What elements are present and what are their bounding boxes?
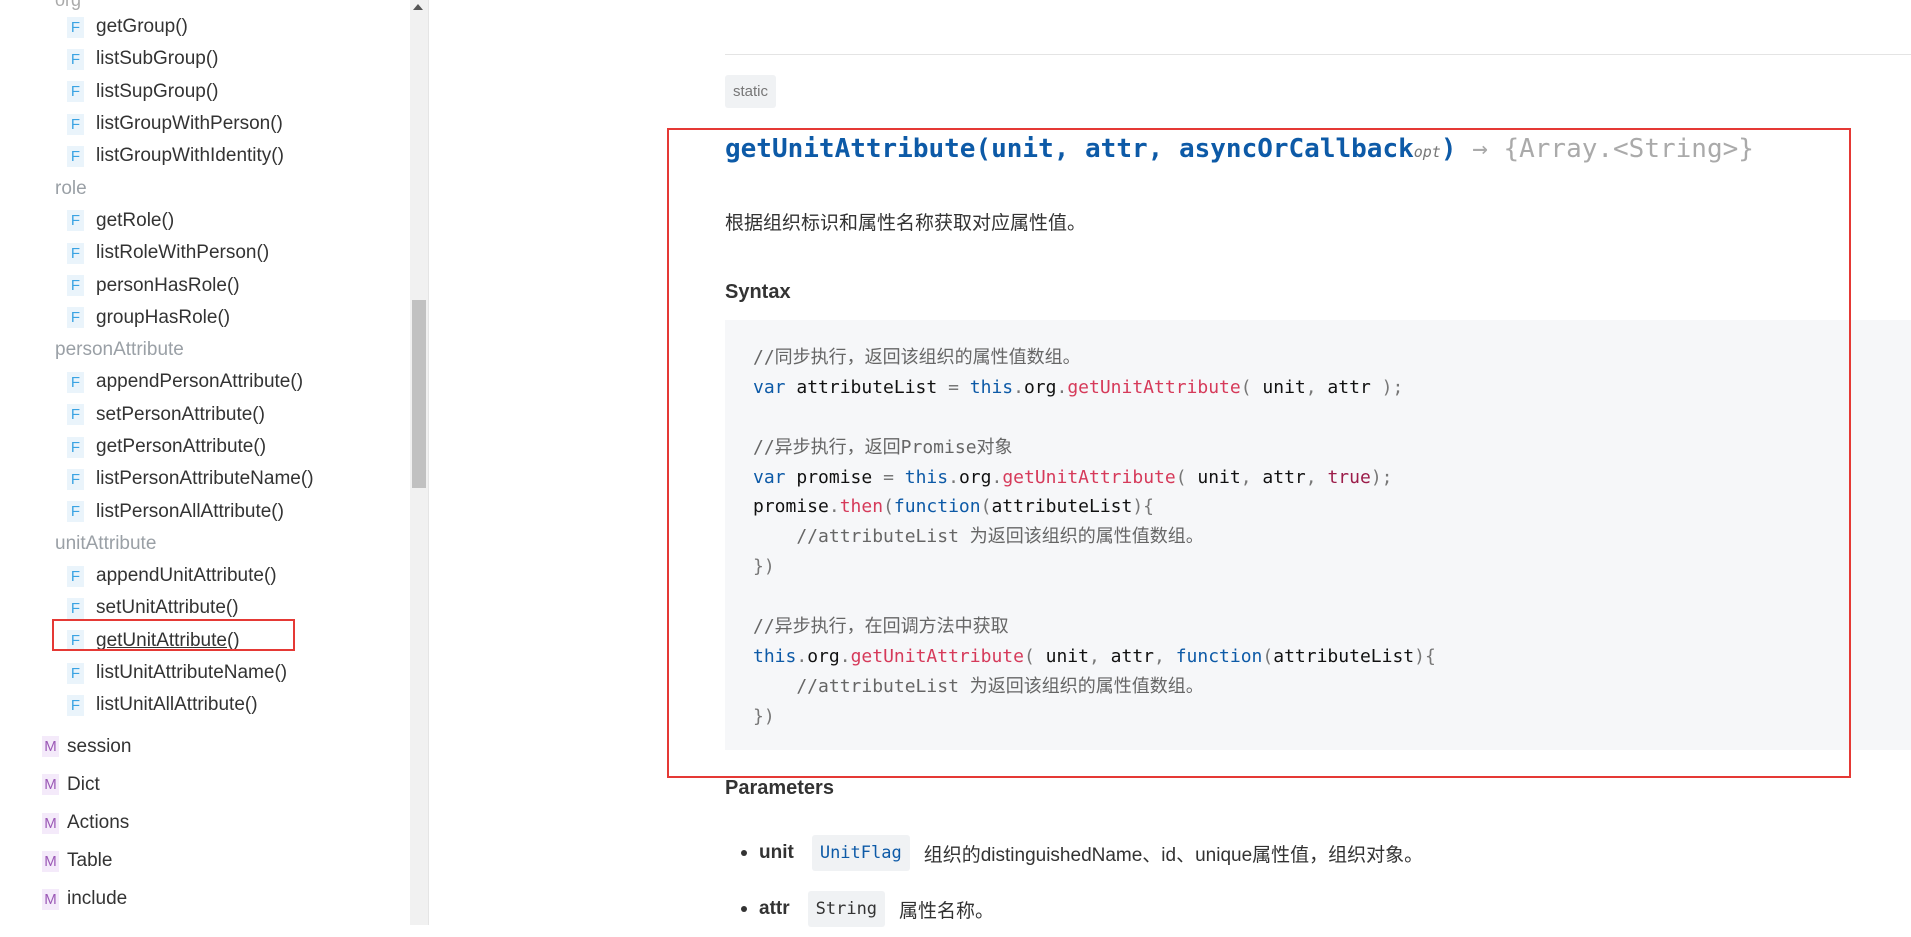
sidebar-item-label[interactable]: getPersonAttribute() <box>96 436 266 458</box>
sidebar-module-include[interactable]: Minclude <box>0 880 410 918</box>
sidebar-module-session[interactable]: Msession <box>0 728 410 766</box>
sidebar-item-listunitallattribute[interactable]: FlistUnitAllAttribute() <box>0 689 410 721</box>
sidebar-scrollbar[interactable] <box>410 0 428 925</box>
sidebar-item-label[interactable]: setUnitAttribute() <box>96 597 239 619</box>
parameters-list: unit UnitFlag 组织的distinguishedName、id、uniq… <box>725 825 1825 937</box>
sidebar-item-listsupgroup[interactable]: FlistSupGroup() <box>0 76 410 108</box>
sidebar-module-label[interactable]: Actions <box>67 812 129 834</box>
static-tag: static <box>725 75 777 108</box>
sidebar-item-getgroup[interactable]: FgetGroup() <box>0 11 410 43</box>
group-label-text: role <box>55 177 87 199</box>
section-divider <box>725 54 1911 55</box>
sidebar-item-label[interactable]: appendPersonAttribute() <box>96 371 303 393</box>
sidebar-item-appendunitattribute[interactable]: FappendUnitAttribute() <box>0 560 410 592</box>
parameter-name: unit <box>759 842 794 863</box>
sidebar-item-label[interactable]: listSupGroup() <box>96 81 219 103</box>
module-icon: M <box>42 736 59 758</box>
sidebar-item-listgroupwithperson[interactable]: FlistGroupWithPerson() <box>0 108 410 140</box>
module-icon: M <box>42 812 59 834</box>
scrollbar-thumb[interactable] <box>412 300 426 488</box>
function-icon: F <box>67 275 84 297</box>
sidebar-module-label[interactable]: Dict <box>67 774 100 796</box>
function-icon: F <box>67 81 84 103</box>
sidebar-item-listpersonallattribute[interactable]: FlistPersonAllAttribute() <box>0 495 410 527</box>
group-label-text: unitAttribute <box>55 532 157 554</box>
sidebar-item-listsubgroup[interactable]: FlistSubGroup() <box>0 43 410 75</box>
sidebar-item-listpersonattributename[interactable]: FlistPersonAttributeName() <box>0 463 410 495</box>
parameter-description: 组织的distinguishedName、id、unique属性值，组织对象。 <box>923 844 1424 866</box>
sidebar-item-listrolewithperson[interactable]: FlistRoleWithPerson() <box>0 237 410 269</box>
parameter-type[interactable]: UnitFlag <box>811 835 910 871</box>
group-label-text: personAttribute <box>55 339 184 361</box>
parameter-description: 属性名称。 <box>899 900 995 922</box>
bullet-icon <box>741 850 747 856</box>
sidebar-item-getrole[interactable]: FgetRole() <box>0 205 410 237</box>
scroll-up-arrow-icon[interactable] <box>413 4 423 10</box>
bullet-icon <box>741 906 747 912</box>
sidebar-item-listgroupwithidentity[interactable]: FlistGroupWithIdentity() <box>0 140 410 172</box>
main-content: static getUnitAttribute(unit, attr, asyn… <box>429 0 1911 927</box>
function-icon: F <box>67 662 84 684</box>
parameter-item: attr String 属性名称。 <box>725 881 1825 937</box>
parameter-item: unit UnitFlag 组织的distinguishedName、id、uniq… <box>725 825 1825 881</box>
function-icon: F <box>67 501 84 523</box>
sidebar-module-label[interactable]: session <box>67 736 131 758</box>
active-item-highlight <box>52 619 295 651</box>
function-icon: F <box>67 48 84 70</box>
function-icon: F <box>67 145 84 167</box>
parameter-type: String <box>807 891 886 927</box>
function-icon: F <box>67 436 84 458</box>
function-icon: F <box>67 404 84 426</box>
module-icon: M <box>42 888 59 910</box>
sidebar-item-label[interactable]: listRoleWithPerson() <box>96 242 269 264</box>
sidebar-item-appendpersonattribute[interactable]: FappendPersonAttribute() <box>0 366 410 398</box>
sidebar-item-setpersonattribute[interactable]: FsetPersonAttribute() <box>0 399 410 431</box>
sidebar-module-label[interactable]: include <box>67 888 127 910</box>
sidebar-item-label[interactable]: listPersonAllAttribute() <box>96 501 284 523</box>
sidebar-item-label[interactable]: listSubGroup() <box>96 48 219 70</box>
annotation-highlight-box <box>667 128 1851 778</box>
sidebar-cut-label: org <box>55 0 82 10</box>
sidebar-item-label[interactable]: setPersonAttribute() <box>96 404 265 426</box>
sidebar-item-grouphasrole[interactable]: FgroupHasRole() <box>0 302 410 334</box>
module-icon: M <box>42 850 59 872</box>
function-icon: F <box>67 371 84 393</box>
sidebar-item-listunitattributename[interactable]: FlistUnitAttributeName() <box>0 657 410 689</box>
function-icon: F <box>67 565 84 587</box>
sidebar-item-label[interactable]: listUnitAttributeName() <box>96 662 287 684</box>
sidebar-item-label[interactable]: appendUnitAttribute() <box>96 565 277 587</box>
parameters-heading: Parameters <box>725 777 834 799</box>
sidebar-group-label: unitAttribute <box>0 528 410 560</box>
sidebar-item-label[interactable]: listUnitAllAttribute() <box>96 694 258 716</box>
sidebar-module-actions[interactable]: M Actions <box>0 804 410 842</box>
sidebar-nav: org FgetGroup() FlistSubGroup() FlistSupGr… <box>0 0 410 925</box>
parameter-name: attr <box>759 898 790 919</box>
function-icon: F <box>67 242 84 264</box>
sidebar-item-label[interactable]: getGroup() <box>96 16 188 38</box>
sidebar-module-dict[interactable]: M Dict <box>0 766 410 804</box>
sidebar-item-label[interactable]: listGroupWithIdentity() <box>96 145 284 167</box>
sidebar-item-getpersonattribute[interactable]: FgetPersonAttribute() <box>0 431 410 463</box>
sidebar-item-label[interactable]: listPersonAttributeName() <box>96 468 314 490</box>
sidebar-nav-list: FgetGroup() FlistSubGroup() FlistSupGroup(… <box>0 11 410 918</box>
function-icon: F <box>67 597 84 619</box>
sidebar-group-label: role <box>0 172 410 204</box>
sidebar-item-personhasrole[interactable]: FpersonHasRole() <box>0 269 410 301</box>
sidebar-item-label[interactable]: getRole() <box>96 210 174 232</box>
function-icon: F <box>67 113 84 135</box>
sidebar-item-label[interactable]: personHasRole() <box>96 275 240 297</box>
sidebar-module-label[interactable]: Table <box>67 850 112 872</box>
module-icon: M <box>42 774 59 796</box>
function-icon: F <box>67 16 84 38</box>
sidebar-group-label: personAttribute <box>0 334 410 366</box>
sidebar-item-label[interactable]: listGroupWithPerson() <box>96 113 283 135</box>
function-icon: F <box>67 210 84 232</box>
sidebar-item-label[interactable]: groupHasRole() <box>96 307 230 329</box>
function-icon: F <box>67 307 84 329</box>
function-icon: F <box>67 468 84 490</box>
sidebar-module-table[interactable]: M Table <box>0 842 410 880</box>
function-icon: F <box>67 694 84 716</box>
